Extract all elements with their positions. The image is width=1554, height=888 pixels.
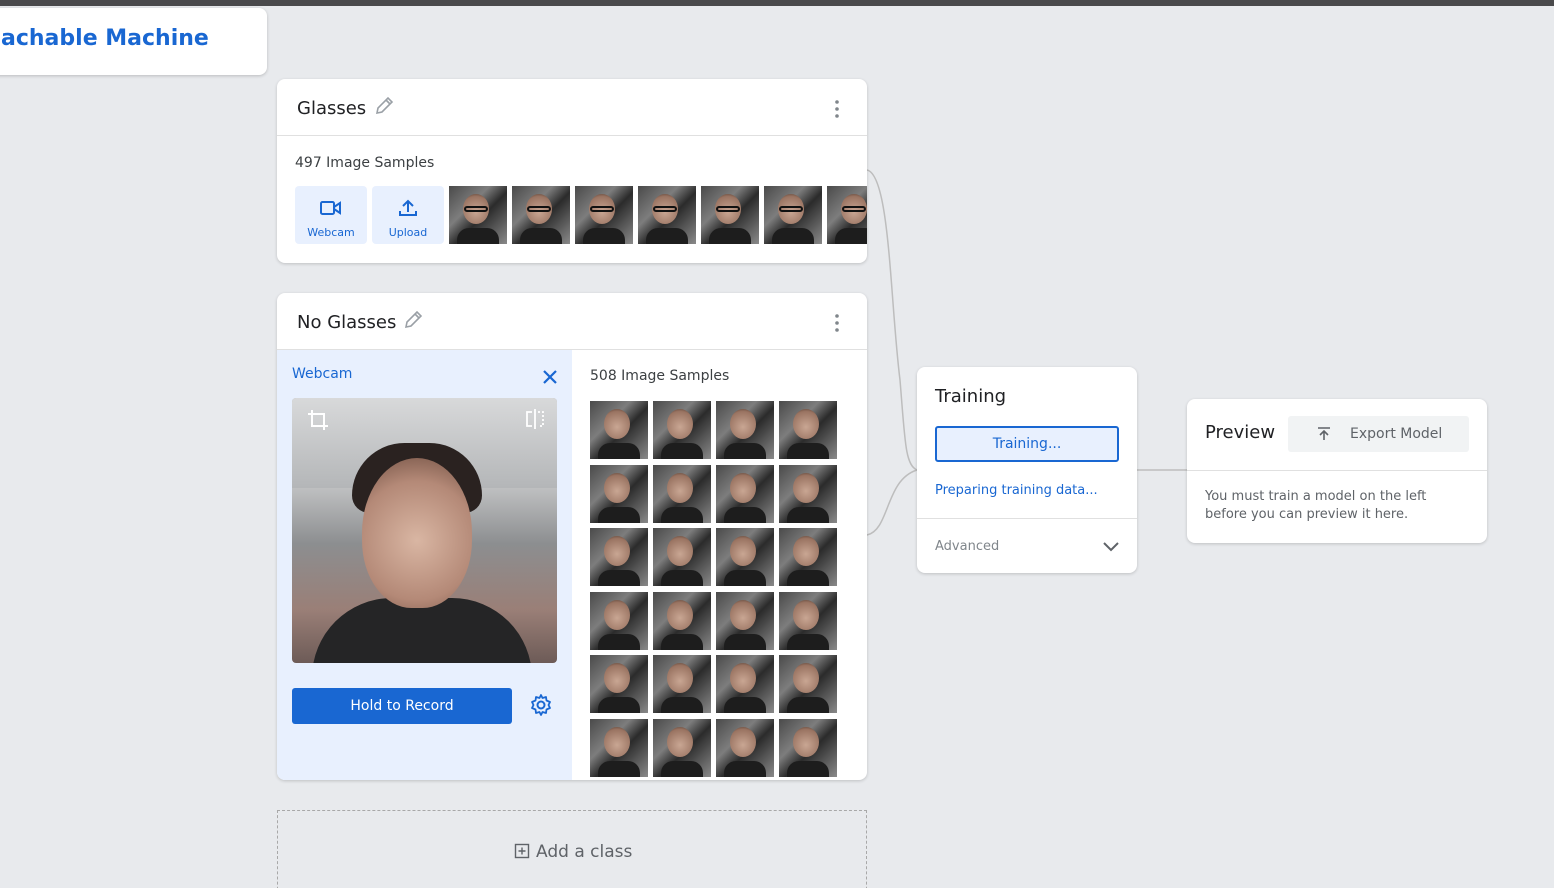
edit-pencil-icon[interactable]: [374, 96, 394, 116]
sample-thumbnail[interactable]: [701, 186, 759, 244]
flip-icon[interactable]: [524, 408, 546, 430]
sample-thumbnail[interactable]: [779, 718, 837, 777]
sample-thumbnail[interactable]: [779, 401, 837, 459]
sample-thumbnail[interactable]: [716, 655, 774, 713]
add-class-label: Add a class: [536, 842, 633, 862]
webcam-panel-label: Webcam: [292, 366, 353, 382]
samples-count: 508 Image Samples: [590, 368, 730, 384]
sample-thumbnail[interactable]: [590, 718, 648, 777]
preview-title: Preview: [1205, 422, 1276, 443]
advanced-label: Advanced: [935, 539, 1000, 554]
sample-thumbnail[interactable]: [653, 401, 711, 459]
class-card-header: No Glasses: [277, 293, 867, 350]
sample-thumbnail[interactable]: [590, 528, 648, 586]
sample-thumbnail[interactable]: [653, 464, 711, 523]
webcam-source-button[interactable]: Webcam: [295, 186, 367, 244]
sample-thumbnail[interactable]: [653, 591, 711, 650]
add-box-icon: [514, 843, 530, 859]
sample-thumbnail[interactable]: [575, 186, 633, 244]
upload-icon: [399, 199, 417, 216]
sample-thumbnail[interactable]: [716, 591, 774, 650]
upload-source-label: Upload: [388, 226, 428, 239]
sample-thumbnail[interactable]: [716, 401, 774, 459]
add-class-content: Add a class: [514, 842, 632, 862]
class-card-no-glasses: No Glasses Webcam Hold to Record 508 Ima…: [277, 293, 867, 780]
sample-thumbnail[interactable]: [779, 655, 837, 713]
sample-thumbnail[interactable]: [779, 464, 837, 523]
sample-thumbnail[interactable]: [779, 528, 837, 586]
sample-thumbnail[interactable]: [653, 655, 711, 713]
gear-icon[interactable]: [529, 693, 553, 717]
samples-count: 497 Image Samples: [295, 155, 435, 171]
hold-to-record-button[interactable]: Hold to Record: [292, 688, 512, 724]
sample-thumbnail[interactable]: [716, 528, 774, 586]
training-title: Training: [935, 386, 1007, 407]
sample-thumbnail[interactable]: [764, 186, 822, 244]
video-camera-icon: [320, 201, 341, 215]
export-model-label: Export Model: [1350, 426, 1443, 442]
export-model-button[interactable]: Export Model: [1288, 416, 1469, 452]
class-name[interactable]: Glasses: [297, 98, 366, 119]
preview-card: Preview Export Model You must train a mo…: [1187, 399, 1487, 543]
add-class-button[interactable]: Add a class: [277, 810, 867, 888]
class-card-header: Glasses: [277, 79, 867, 136]
sample-thumbnail[interactable]: [827, 186, 867, 244]
upload-source-button[interactable]: Upload: [372, 186, 444, 244]
webcam-video-feed: [292, 398, 557, 663]
class-name[interactable]: No Glasses: [297, 312, 396, 333]
sample-thumbnail[interactable]: [512, 186, 570, 244]
training-card: Training Training... Preparing training …: [917, 367, 1137, 573]
webcam-source-label: Webcam: [307, 226, 355, 239]
preview-divider: [1187, 470, 1487, 471]
sample-thumbnail[interactable]: [716, 464, 774, 523]
sample-thumbnail[interactable]: [590, 464, 648, 523]
training-status: Preparing training data...: [935, 483, 1098, 498]
chevron-down-icon: [1103, 542, 1119, 552]
export-icon: [1318, 427, 1330, 440]
sample-thumbnail[interactable]: [653, 528, 711, 586]
train-model-button[interactable]: Training...: [935, 426, 1119, 462]
sample-thumbnail[interactable]: [590, 655, 648, 713]
sample-thumbnail[interactable]: [449, 186, 507, 244]
sample-thumbnail[interactable]: [590, 401, 648, 459]
sample-thumbnail[interactable]: [590, 591, 648, 650]
crop-icon[interactable]: [306, 408, 330, 432]
sample-thumbnail[interactable]: [653, 718, 711, 777]
edit-pencil-icon[interactable]: [403, 310, 423, 330]
advanced-toggle[interactable]: Advanced: [917, 518, 1137, 573]
sample-thumbnail[interactable]: [779, 591, 837, 650]
sample-thumbnail[interactable]: [638, 186, 696, 244]
close-icon[interactable]: [541, 368, 559, 386]
preview-message: You must train a model on the left befor…: [1205, 489, 1427, 522]
more-options-icon[interactable]: [829, 99, 845, 119]
webcam-panel: Webcam Hold to Record: [277, 350, 572, 780]
sample-thumbnail[interactable]: [716, 718, 774, 777]
more-options-icon[interactable]: [829, 313, 845, 333]
class-card-glasses: Glasses 497 Image Samples Webcam Upload: [277, 79, 867, 263]
